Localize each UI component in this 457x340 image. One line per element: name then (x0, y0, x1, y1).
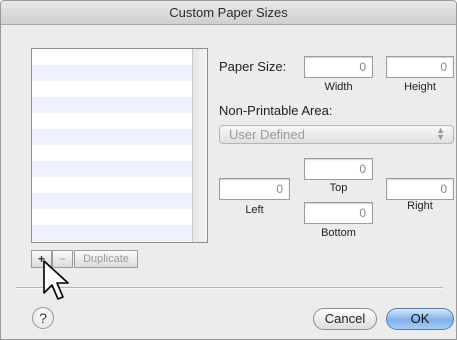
paper-size-list[interactable] (31, 48, 208, 243)
list-scrollbar[interactable] (192, 49, 207, 242)
bottom-margin-field[interactable]: 0 (304, 202, 373, 224)
height-label: Height (404, 81, 436, 93)
list-item[interactable] (32, 209, 193, 225)
help-button[interactable]: ? (32, 307, 54, 329)
question-mark-icon: ? (39, 310, 47, 326)
bottom-label: Bottom (321, 227, 356, 239)
list-item[interactable] (32, 49, 193, 65)
right-margin-field[interactable]: 0 (386, 178, 454, 200)
height-field[interactable]: 0 (386, 56, 454, 78)
list-item[interactable] (32, 113, 193, 129)
non-printable-area-popup[interactable]: User Defined ▲ ▼ (219, 125, 454, 144)
up-down-arrows-icon: ▲ ▼ (436, 125, 445, 142)
list-item[interactable] (32, 161, 193, 177)
duplicate-button[interactable]: Duplicate (74, 250, 138, 268)
list-item[interactable] (32, 177, 193, 193)
popup-value: User Defined (229, 127, 305, 142)
list-item[interactable] (32, 225, 193, 241)
list-item[interactable] (32, 145, 193, 161)
right-label: Right (407, 200, 433, 212)
window-title: Custom Paper Sizes (1, 1, 456, 25)
list-item[interactable] (32, 193, 193, 209)
left-label: Left (245, 204, 264, 216)
paper-size-list-rows (32, 49, 193, 242)
paper-size-label: Paper Size: (219, 59, 287, 74)
width-field[interactable]: 0 (304, 56, 373, 78)
arrow-pointer-icon (43, 260, 69, 300)
custom-paper-sizes-window: Custom Paper Sizes + − Duplicate Paper S… (0, 0, 457, 340)
width-label: Width (324, 81, 353, 93)
non-printable-area-label: Non-Printable Area: (219, 103, 333, 118)
cancel-button[interactable]: Cancel (313, 308, 377, 330)
top-margin-field[interactable]: 0 (304, 158, 373, 180)
list-item[interactable] (32, 81, 193, 97)
list-item[interactable] (32, 65, 193, 81)
top-label: Top (329, 182, 348, 194)
left-margin-field[interactable]: 0 (219, 178, 290, 200)
list-item[interactable] (32, 129, 193, 145)
footer-divider (16, 287, 443, 289)
ok-button[interactable]: OK (386, 308, 454, 330)
list-item[interactable] (32, 97, 193, 113)
list-item[interactable] (32, 241, 193, 242)
